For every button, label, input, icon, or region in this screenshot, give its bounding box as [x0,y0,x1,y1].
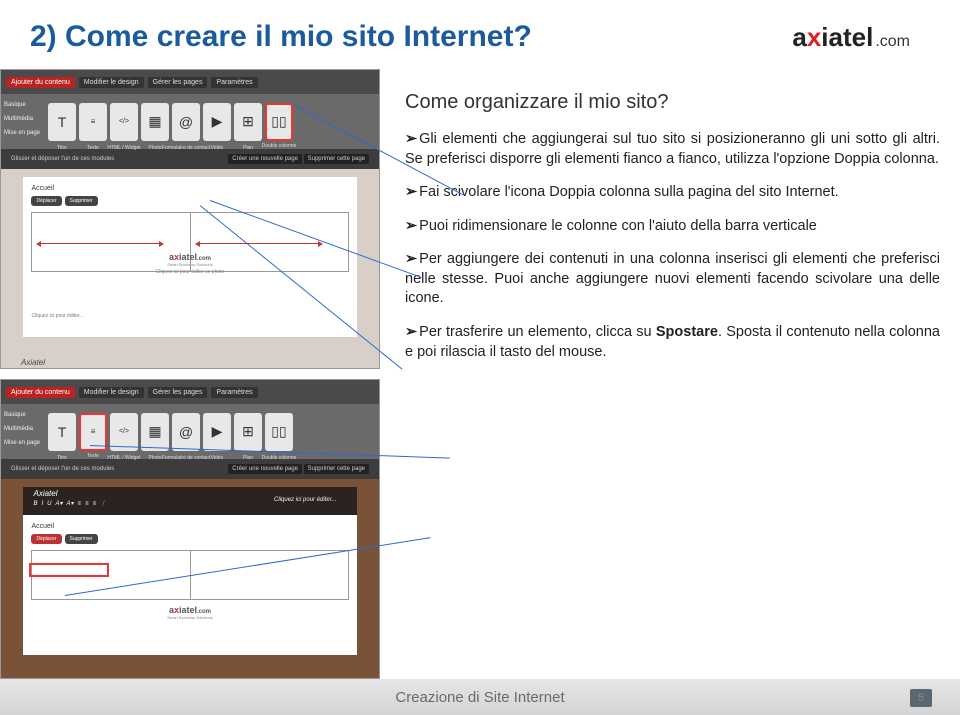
bullet-3: ➢Puoi ridimensionare le colonne con l'ai… [405,217,940,237]
screenshots-column: Ajouter du contenu Modifier le design Gé… [0,69,380,689]
tool-html[interactable]: </>HTML / Widget [110,103,138,141]
bullet-2: ➢Fai scivolare l'icona Doppia colonna su… [405,183,940,203]
text-column: Come organizzare il mio sito? ➢Gli eleme… [405,69,940,689]
ss-top-modifier[interactable]: Modifier le design [79,77,144,88]
logo-part-a: a [792,22,806,53]
ss-center-logo: axiatel.com Smart Business Solutions Cli… [156,252,225,275]
ss-deplacer[interactable]: Déplacer [31,196,61,206]
ss-click-editer: Cliquez ici pour éditer... [31,313,83,319]
ss2-darkheader: Axiatel BIUA▾A▾≡≡≡⋮ Cliquez ici pour édi… [23,487,356,515]
ss-site-name: Axiatel [21,358,45,367]
ss-new-page[interactable]: Créer une nouvelle page [228,154,302,164]
screenshot-2: Ajouter du contenu Modifier le design Gé… [0,379,380,679]
ss-top-params[interactable]: Paramètres [211,77,257,88]
footer: Creazione di Site Internet 5 [0,679,960,715]
tool-double-colonne[interactable]: ▯▯Double colonne [265,103,293,141]
subtitle: Come organizzare il mio sito? [405,89,940,116]
ss-sidebar-basique[interactable]: Basique [4,98,40,112]
ss-supprimer[interactable]: Supprimer [65,196,98,206]
tool-photo[interactable]: ▦Photo [141,103,169,141]
ss-sidebar-multimedia[interactable]: Multimédia [4,112,40,126]
ss-hint: Glisser et déposer l'un de ces modules [11,156,114,162]
ss-subbar: Glisser et déposer l'un de ces modules C… [1,149,379,169]
ss2-subbar: Glisser et déposer l'un de ces modules C… [1,459,379,479]
ss-sidebar: Basique Multimédia Mise en page [4,98,40,140]
tool-plan[interactable]: ⊞Plan [234,103,262,141]
logo-part-x: x [807,22,821,53]
ss-page-title: Accueil [31,185,348,192]
brand-logo: axiatel.com [792,22,910,53]
ss-page: Accueil Déplacer Supprimer [23,177,356,337]
page-title: 2) Come creare il mio sito Internet? [30,20,532,54]
tool-titre[interactable]: TTitre [48,103,76,141]
ss-topbar: Ajouter du contenu Modifier le design Gé… [1,70,379,94]
ss2-highlight-box [29,563,109,577]
ss-sidebar-mise[interactable]: Mise en page [4,126,40,140]
logo-dotcom: .com [875,33,910,51]
ss2-page: Accueil Déplacer Supprimer axiatel.com S… [23,515,356,655]
ss2-sidebar: Basique Multimédia Mise en page [4,408,40,450]
ss-del-page[interactable]: Supprimer cette page [304,154,369,164]
bullet-1: ➢Gli elementi che aggiungerai sul tuo si… [405,130,940,169]
ss-top-ajouter[interactable]: Ajouter du contenu [6,77,75,88]
ss2-content: Axiatel BIUA▾A▾≡≡≡⋮ Cliquez ici pour édi… [1,479,379,679]
logo-part-iatel: iatel [821,22,873,53]
page-number: 5 [910,689,932,707]
tool-form[interactable]: @Formulaire de contact [172,103,200,141]
bullet-4: ➢Per aggiungere dei contenuti in una col… [405,250,940,309]
ss-top-gerer[interactable]: Gérer les pages [148,77,208,88]
ss2-topbar: Ajouter du contenu Modifier le design Gé… [1,380,379,404]
ss2-deplacer-hl[interactable]: Déplacer [31,534,61,544]
tool-video[interactable]: ▶Vidéo [203,103,231,141]
ss-content: Accueil Déplacer Supprimer [1,169,379,369]
ss2-toolbar: TTitre ≡Texte </>HTML / Widget ▦Photo @F… [1,404,379,459]
footer-text: Creazione di Site Internet [395,689,564,706]
screenshot-1: Ajouter du contenu Modifier le design Gé… [0,69,380,369]
tool-texte[interactable]: ≡Texte [79,103,107,141]
ss-toolbar: TTitre ≡Texte </>HTML / Widget ▦Photo @F… [1,94,379,149]
bullet-5: ➢Per trasferire un elemento, clicca su S… [405,323,940,362]
